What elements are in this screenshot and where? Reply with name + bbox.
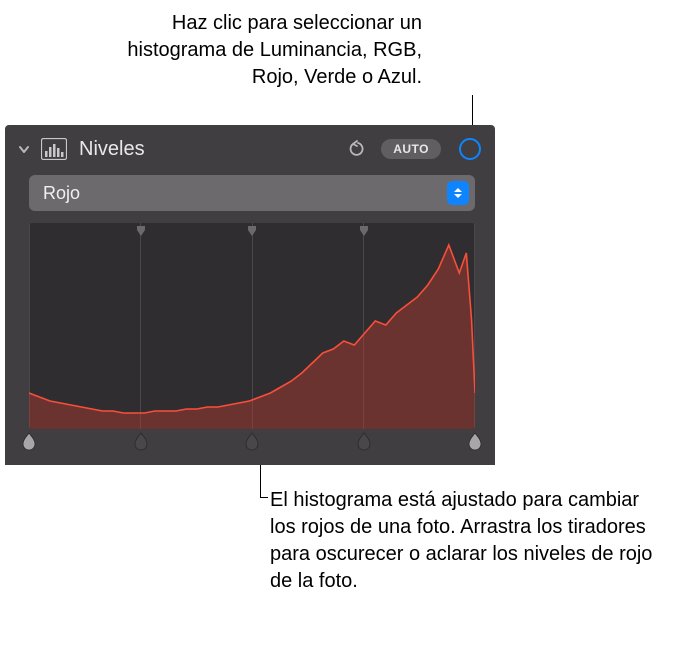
level-handle[interactable] (21, 431, 37, 451)
handle-track (29, 429, 475, 453)
panel-header: Niveles AUTO (5, 125, 495, 173)
histogram (29, 223, 475, 429)
channel-select-row: Rojo (5, 173, 495, 219)
level-handle[interactable] (467, 431, 483, 451)
histogram-chart (29, 223, 475, 429)
levels-panel: Niveles AUTO Rojo (5, 125, 495, 465)
callout-leader-bottom-h (260, 497, 268, 498)
level-handle[interactable] (133, 431, 149, 451)
levels-icon (41, 138, 67, 160)
panel-title: Niveles (79, 138, 339, 161)
level-handle[interactable] (244, 431, 260, 451)
channel-select-value: Rojo (43, 183, 447, 204)
enable-toggle[interactable] (459, 138, 481, 160)
auto-button[interactable]: AUTO (381, 139, 441, 159)
channel-select[interactable]: Rojo (29, 175, 475, 211)
callout-bottom: El histograma está ajustado para cambiar… (270, 487, 670, 595)
level-handle[interactable] (356, 431, 372, 451)
select-stepper-icon (447, 181, 469, 205)
callout-top: Haz clic para seleccionar un histograma … (102, 10, 422, 91)
reset-icon[interactable] (349, 140, 367, 158)
disclosure-chevron-icon[interactable] (17, 142, 31, 156)
